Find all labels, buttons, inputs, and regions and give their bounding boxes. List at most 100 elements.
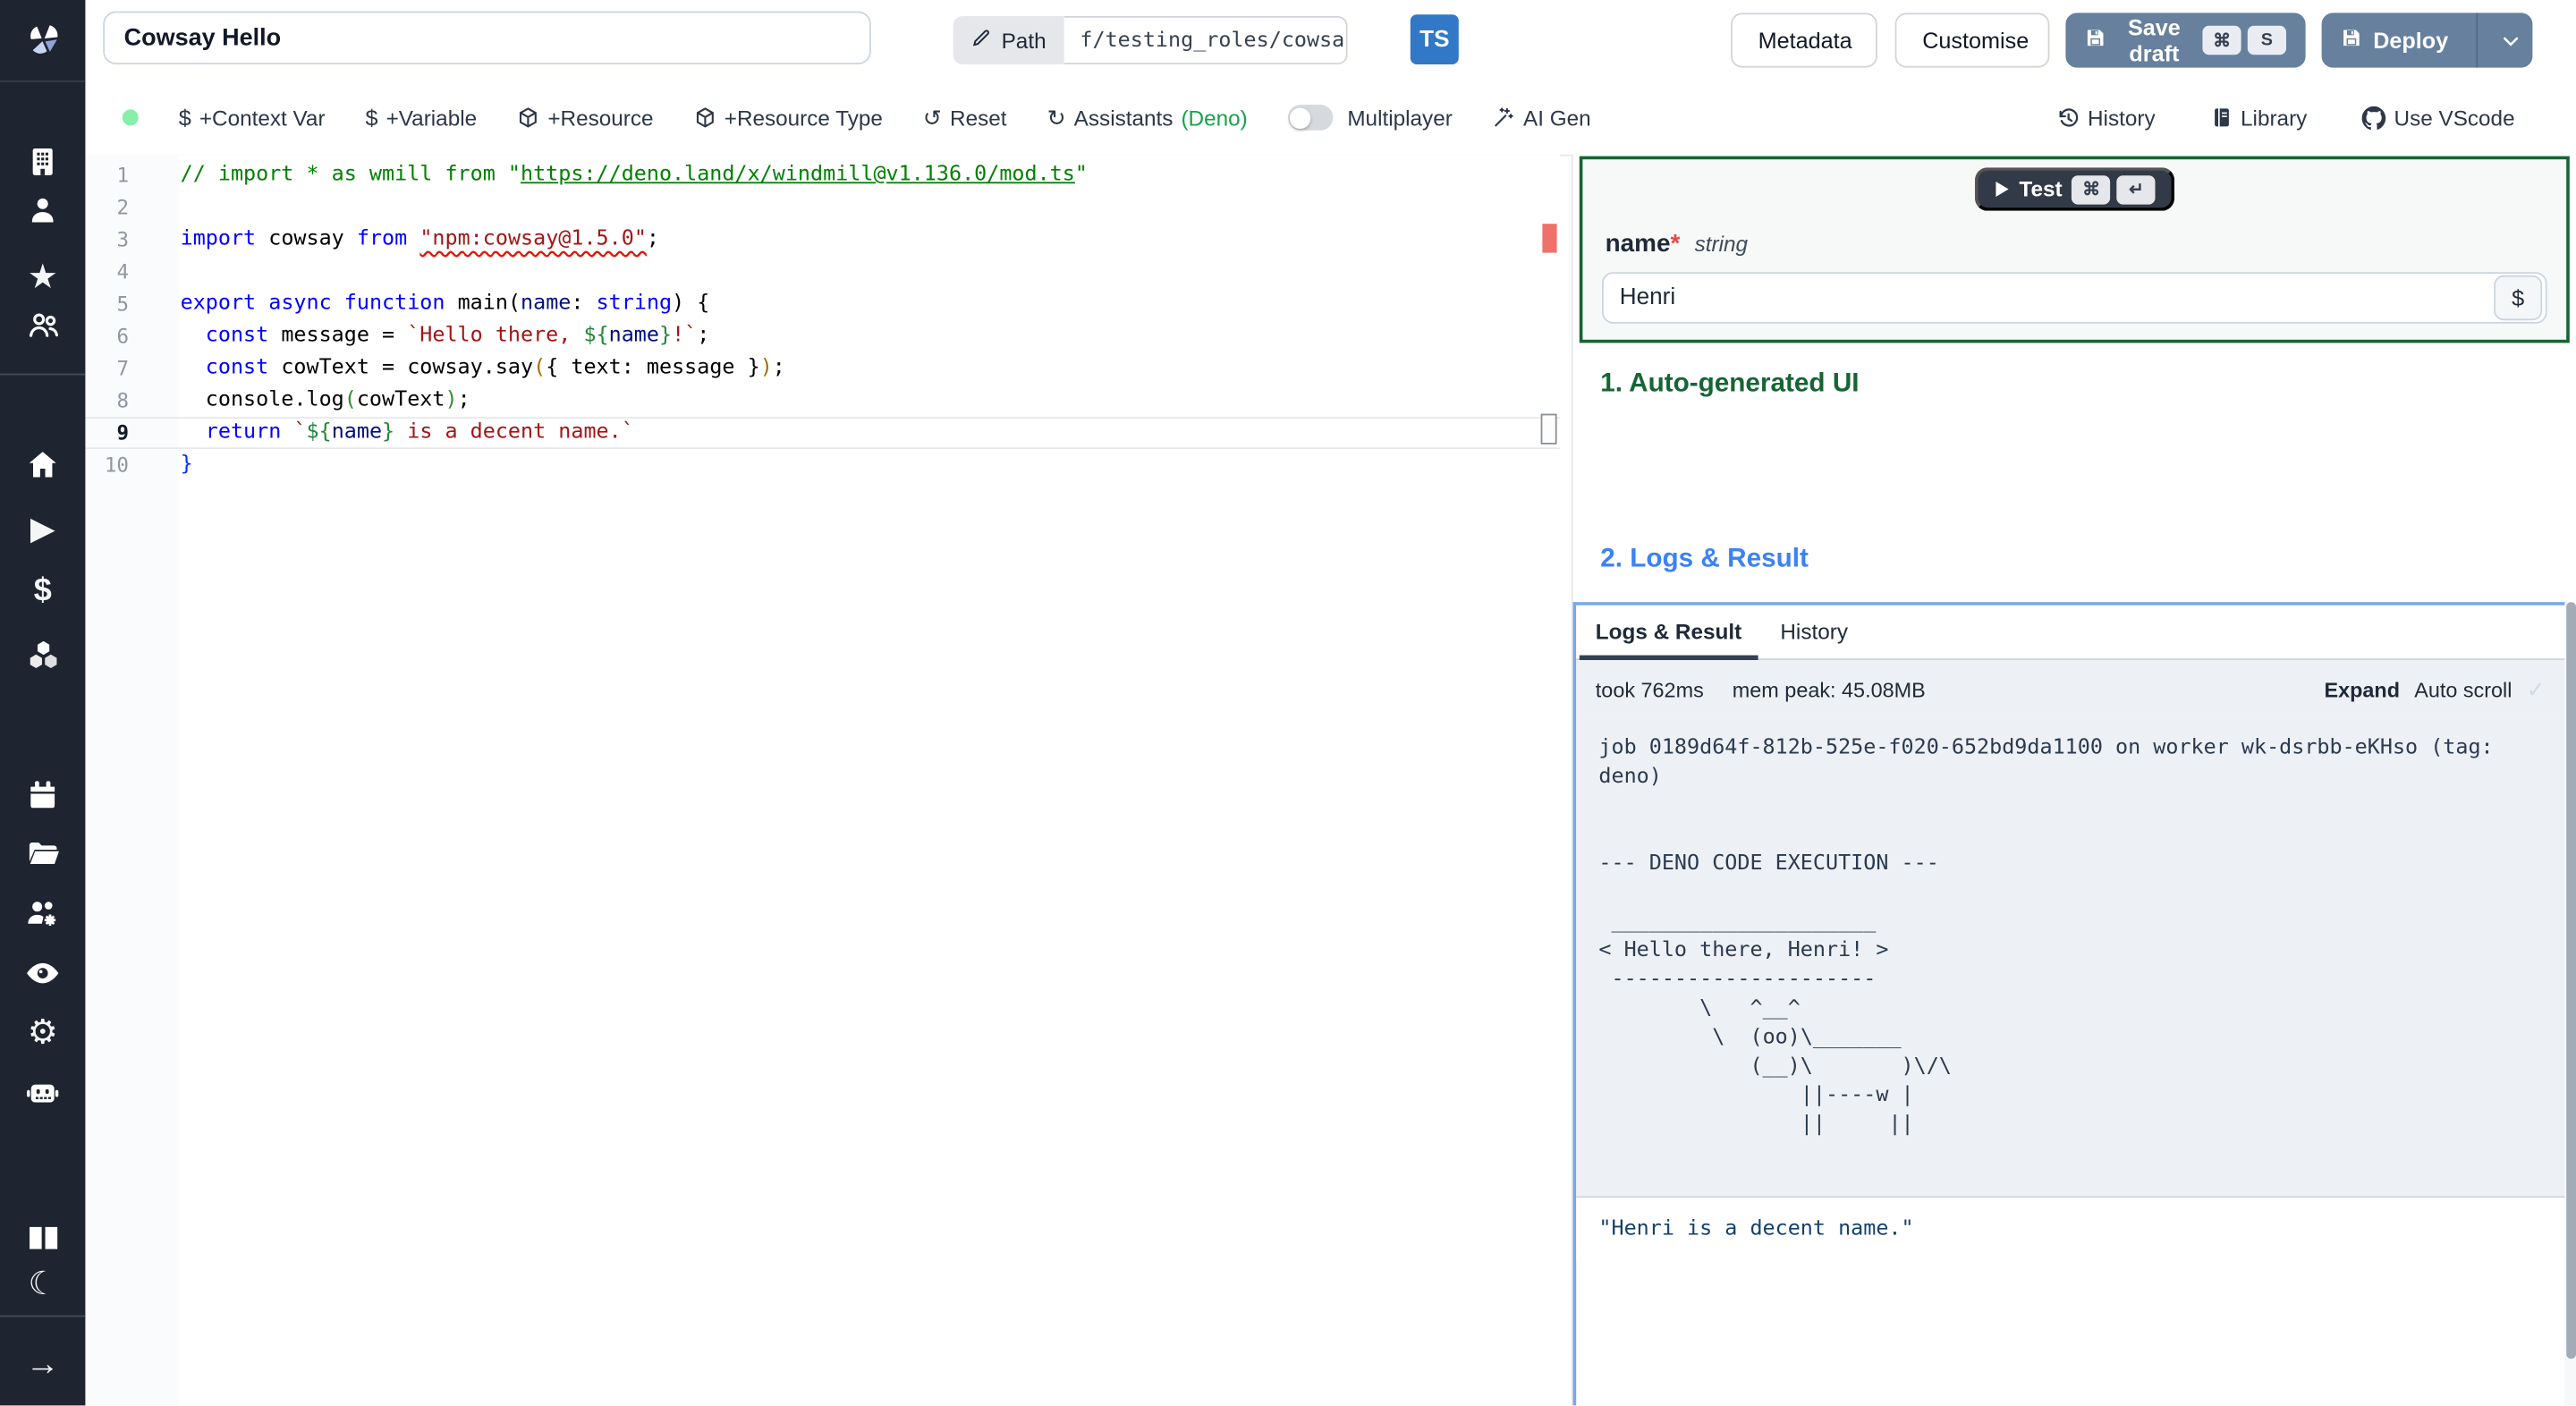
path-label: Path [1001, 28, 1046, 53]
add-variable-button[interactable]: $ +Variable [366, 105, 478, 131]
scrollbar-thumb[interactable] [2565, 602, 2576, 1359]
github-icon [2361, 105, 2386, 130]
multiplayer-toggle[interactable] [1287, 105, 1334, 131]
settings-gear-icon[interactable]: ⚙ [0, 1012, 85, 1051]
test-button[interactable]: Test ⌘ ↵ [1974, 167, 2175, 211]
audit-eye-icon[interactable] [0, 953, 85, 992]
dark-mode-moon-icon[interactable]: ☾ [0, 1264, 85, 1302]
star-icon[interactable]: ★ [0, 258, 85, 296]
workspace-building-icon[interactable] [0, 141, 85, 180]
variables-dollar-icon[interactable]: $ [0, 572, 85, 610]
log-area[interactable]: job 0189d64f-812b-525e-f020-652bd9da1100… [1576, 717, 2565, 1198]
section-auto-generated-ui: 1. Auto-generated UI [1600, 368, 1860, 398]
typescript-badge[interactable]: TS [1410, 14, 1459, 65]
tab-history[interactable]: History [1761, 606, 1868, 658]
logs-tabs: Logs & Result History [1576, 605, 2565, 660]
library-button[interactable]: Library [2210, 106, 2307, 130]
name-input[interactable] [1603, 284, 2495, 311]
home-icon[interactable] [0, 445, 85, 483]
sidebar-divider [0, 1315, 86, 1317]
field-type: string [1694, 232, 1749, 257]
history-button[interactable]: History [2055, 106, 2156, 130]
code-line[interactable]: 9 return `${name} is a decent name.` [85, 417, 1560, 449]
code-lines: 1// import * as wmill from "https://deno… [85, 159, 1560, 481]
groups-gear-icon[interactable] [0, 894, 85, 932]
script-title-input[interactable] [103, 11, 871, 65]
code-line[interactable]: 8 console.log(cowText); [85, 385, 1560, 417]
status-dot [122, 109, 139, 126]
sidebar-divider [0, 373, 86, 376]
windmill-logo-icon[interactable] [0, 0, 86, 82]
code-line[interactable]: 3 import cowsay from "npm:cowsay@1.5.0"; [85, 224, 1560, 256]
code-line[interactable]: 4 [85, 256, 1560, 288]
tab-logs-result[interactable]: Logs & Result [1576, 606, 1761, 660]
sidebar: ★ ▶ $ ⚙ ☾ → [0, 0, 86, 1406]
required-asterisk: * [1670, 230, 1681, 258]
code-line[interactable]: 1// import * as wmill from "https://deno… [85, 159, 1560, 191]
assistants-button[interactable]: ↻ Assistants (Deno) [1047, 104, 1248, 131]
docs-book-icon[interactable] [0, 1219, 85, 1258]
magic-wand-icon [1493, 106, 1515, 129]
run-meta-row: took 762ms mem peak: 45.08MB Expand Auto… [1576, 660, 2565, 718]
edit-path-button[interactable]: Path [953, 16, 1064, 64]
expand-arrow-icon[interactable]: → [0, 1346, 85, 1385]
section-logs-result: 2. Logs & Result [1600, 544, 1809, 573]
code-line[interactable]: 2 [85, 191, 1560, 224]
right-panel: Test ⌘ ↵ name* string $ 1. Auto-generate… [1571, 154, 2576, 1406]
deploy-dropdown-chevron[interactable] [2488, 30, 2533, 50]
book-icon [2210, 106, 2233, 129]
deploy-split-divider [2475, 13, 2478, 68]
play-icon [1995, 182, 2008, 197]
schedules-calendar-icon[interactable] [0, 775, 85, 813]
add-resource-button[interactable]: +Resource [517, 106, 654, 130]
code-line[interactable]: 10} [85, 449, 1560, 481]
name-field-wrapper: $ [1602, 272, 2547, 324]
user-groups-icon[interactable] [0, 306, 85, 344]
cmd-key-badge: ⌘ [2202, 25, 2241, 55]
result-output: "Henri is a decent name." [1576, 1198, 2565, 1261]
resources-cubes-icon[interactable] [0, 636, 85, 674]
floppy-deploy-icon [2341, 28, 2361, 54]
add-resource-type-button[interactable]: +Resource Type [694, 106, 883, 130]
enter-key-badge: ↵ [2116, 174, 2156, 204]
user-icon[interactable] [0, 190, 85, 228]
editor-toolbar: $ +Context Var $ +Variable +Resource +Re… [85, 80, 2576, 157]
code-line[interactable]: 5 export async function main(name: string… [85, 288, 1560, 320]
windmill-script-editor: ★ ▶ $ ⚙ ☾ → Cowsay Hello Path f/testing_… [0, 0, 2576, 1406]
check-icon: ✓ [2526, 675, 2546, 701]
cube-icon [517, 106, 539, 129]
code-line[interactable]: 6 const message = `Hello there, ${name}!… [85, 320, 1560, 352]
auto-scroll-toggle[interactable]: Auto scroll [2414, 677, 2512, 701]
metadata-button[interactable]: Metadata [1731, 13, 1877, 68]
runs-play-icon[interactable]: ▶ [0, 509, 85, 547]
ai-robot-icon[interactable] [0, 1072, 85, 1111]
reset-button[interactable]: ↺ Reset [923, 104, 1007, 131]
run-duration: took 762ms [1595, 676, 1704, 701]
insert-variable-button[interactable]: $ [2494, 275, 2543, 321]
path-group: Path f/testing_roles/cowsa [953, 16, 1348, 64]
cmd-key-badge: ⌘ [2072, 174, 2111, 204]
history-clock-icon [2055, 106, 2080, 130]
dollar-icon: $ [178, 105, 191, 131]
logs-pane: Logs & Result History took 762ms mem pea… [1572, 602, 2567, 1406]
dollar-icon: $ [365, 105, 378, 131]
folder-icon[interactable] [0, 834, 85, 872]
ai-gen-button[interactable]: AI Gen [1493, 106, 1591, 130]
add-context-var-button[interactable]: $ +Context Var [179, 105, 326, 131]
customise-button[interactable]: Customise [1894, 13, 2050, 68]
save-draft-button[interactable]: Save draft ⌘ S [2065, 13, 2306, 68]
expand-button[interactable]: Expand [2324, 677, 2400, 701]
toggle-off[interactable] [1287, 105, 1334, 131]
field-name: name [1605, 230, 1671, 258]
code-line[interactable]: 7 const cowText = cowsay.say({ text: mes… [85, 352, 1560, 385]
deploy-button[interactable]: Deploy [2321, 13, 2533, 68]
path-value[interactable]: f/testing_roles/cowsa [1063, 16, 1348, 64]
multiplayer-label: Multiplayer [1347, 105, 1453, 130]
panel-scrollbar[interactable] [2564, 602, 2576, 1406]
code-editor[interactable]: 1// import * as wmill from "https://deno… [85, 154, 1561, 1406]
cube-icon [694, 106, 716, 129]
floppy-save-icon [2085, 28, 2106, 54]
topbar: Path f/testing_roles/cowsa TS Metadata C… [85, 0, 2576, 82]
use-vscode-button[interactable]: Use VScode [2361, 105, 2515, 130]
overview-ruler-cursor-marker [1540, 413, 1557, 445]
